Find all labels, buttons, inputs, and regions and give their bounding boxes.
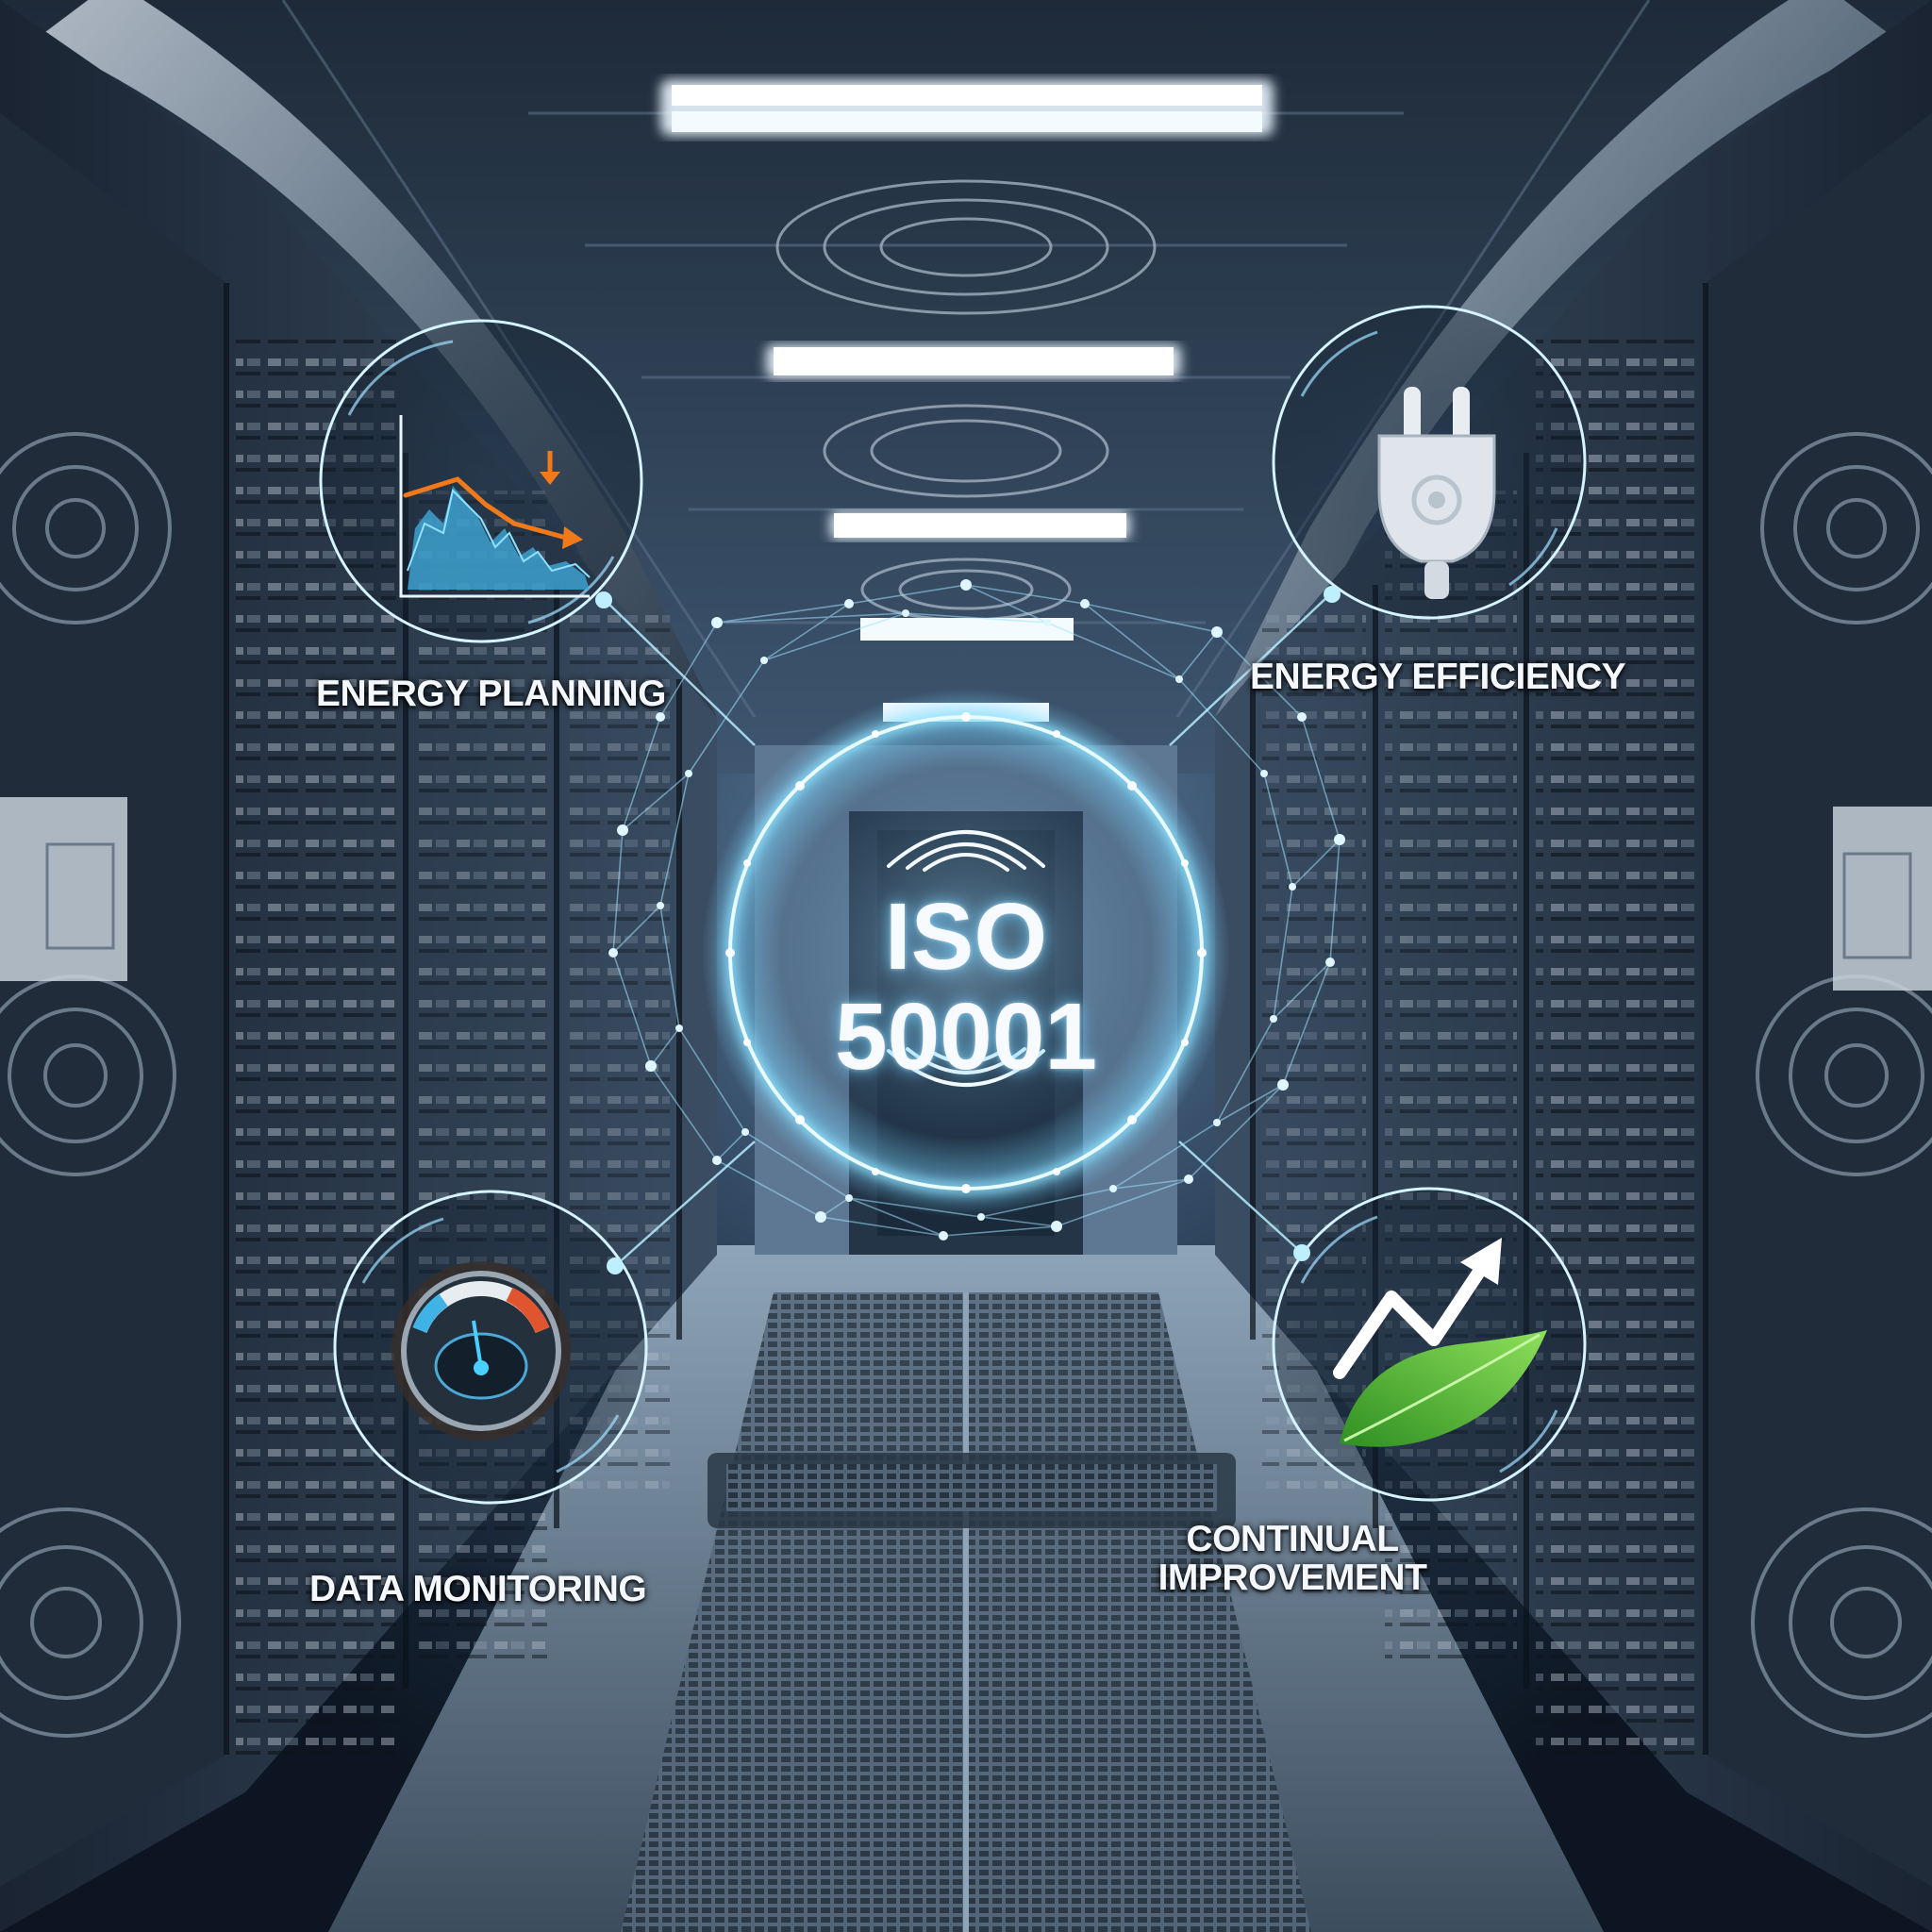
energy-planning-label: ENERGY PLANNING: [316, 674, 667, 714]
continual-improvement-line-1: CONTINUAL: [1186, 1519, 1399, 1559]
energy-efficiency-label: ENERGY EFFICIENCY: [1250, 657, 1626, 697]
data-monitoring-node: [333, 1190, 648, 1505]
gauge-dial-icon: [391, 1261, 571, 1441]
data-monitoring-label: DATA MONITORING: [309, 1569, 647, 1609]
badge-line-1: ISO: [884, 884, 1048, 990]
iso-50001-badge: ISO 50001: [777, 887, 1155, 1087]
data-center-scene: ISO 50001 ENERGY PLANNING ENERGY EFFICIE…: [0, 0, 1932, 1932]
continual-improvement-line-2: IMPROVEMENT: [1158, 1557, 1427, 1598]
energy-planning-node: [319, 319, 643, 643]
badge-line-2: 50001: [834, 984, 1098, 1090]
continual-improvement-node: [1272, 1187, 1587, 1502]
continual-improvement-label: CONTINUAL IMPROVEMENT: [1158, 1519, 1427, 1598]
energy-efficiency-node: [1272, 305, 1587, 620]
